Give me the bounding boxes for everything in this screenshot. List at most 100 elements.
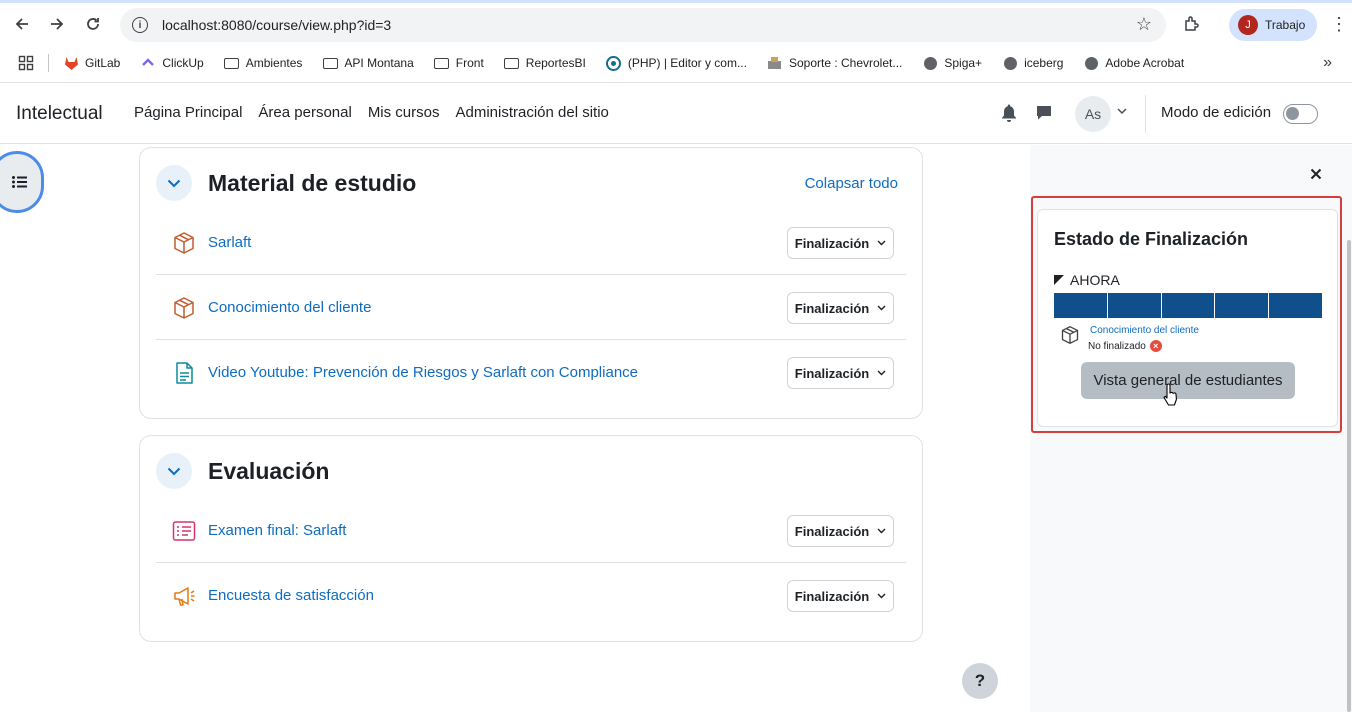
browser-menu-icon[interactable]: ⋮ bbox=[1330, 14, 1348, 35]
bookmark-label: API Montana bbox=[344, 56, 414, 70]
course-section-evaluacion: Evaluación Examen final: Sarlaft Finaliz… bbox=[139, 435, 923, 642]
gitlab-icon bbox=[63, 56, 79, 70]
bookmark-label: (PHP) | Editor y com... bbox=[627, 56, 747, 70]
section-collapse-chevron-icon[interactable] bbox=[156, 453, 192, 489]
forward-icon[interactable] bbox=[44, 11, 70, 37]
completion-dropdown-button[interactable]: Finalización bbox=[787, 580, 894, 612]
bookmark-label: ReportesBI bbox=[525, 56, 586, 70]
toggle-knob bbox=[1286, 107, 1299, 120]
completion-dropdown-button[interactable]: Finalización bbox=[787, 515, 894, 547]
page-icon bbox=[176, 362, 193, 384]
primary-navigation: Página Principal Área personal Mis curso… bbox=[134, 104, 625, 121]
completion-dropdown-button[interactable]: Finalización bbox=[787, 292, 894, 324]
notifications-bell-icon[interactable] bbox=[1000, 103, 1018, 123]
section-collapse-chevron-icon[interactable] bbox=[156, 165, 192, 201]
quiz-icon bbox=[172, 521, 196, 541]
profile-name: Trabajo bbox=[1265, 18, 1306, 32]
section-header: Evaluación bbox=[140, 436, 922, 498]
address-bar[interactable]: i localhost:8080/course/view.php?id=3 ☆ bbox=[120, 8, 1166, 42]
tab-strip-edge bbox=[0, 0, 1352, 3]
chevron-down-icon bbox=[877, 368, 886, 379]
folder-icon bbox=[504, 56, 520, 70]
activity-item: Encuesta de satisfacción Finalización bbox=[156, 563, 906, 628]
bookmark-spiga[interactable]: Spiga+ bbox=[922, 56, 982, 70]
bookmark-iceberg[interactable]: iceberg bbox=[1002, 56, 1063, 70]
bookmark-front[interactable]: Front bbox=[434, 56, 484, 70]
completion-label: Finalización bbox=[794, 235, 870, 251]
course-index-toggle[interactable] bbox=[0, 151, 44, 213]
section-title: Material de estudio bbox=[208, 170, 417, 196]
navbar-divider bbox=[1145, 95, 1146, 133]
user-menu-chevron-icon[interactable] bbox=[1117, 106, 1127, 118]
bookmark-label: Adobe Acrobat bbox=[1105, 56, 1185, 70]
bookmark-label: Spiga+ bbox=[944, 56, 983, 70]
course-section-material: Material de estudio Colapsar todo Sarlaf… bbox=[139, 147, 923, 419]
globe-icon bbox=[922, 56, 938, 70]
folder-icon bbox=[224, 56, 240, 70]
reload-icon[interactable] bbox=[80, 11, 106, 37]
drawer-scrollbar[interactable] bbox=[1347, 240, 1351, 712]
bookmark-php-editor[interactable]: (PHP) | Editor y com... bbox=[606, 55, 747, 71]
messages-chat-icon[interactable] bbox=[1035, 104, 1053, 122]
bookmark-gitlab[interactable]: GitLab bbox=[63, 56, 120, 70]
bookmark-label: ClickUp bbox=[162, 56, 204, 70]
chevron-down-icon bbox=[877, 238, 886, 249]
apps-icon[interactable] bbox=[18, 55, 34, 71]
nav-link-site-admin[interactable]: Administración del sitio bbox=[456, 104, 609, 121]
feedback-megaphone-icon bbox=[174, 587, 195, 606]
bookmark-soporte[interactable]: Soporte : Chevrolet... bbox=[767, 56, 902, 70]
user-avatar[interactable]: As bbox=[1075, 96, 1111, 132]
completion-label: Finalización bbox=[794, 588, 870, 604]
activity-link[interactable]: Examen final: Sarlaft bbox=[208, 522, 346, 539]
site-navbar: Intelectual Página Principal Área person… bbox=[0, 83, 1352, 144]
browser-toolbar: i localhost:8080/course/view.php?id=3 ☆ … bbox=[0, 0, 1352, 50]
bookmark-api-montana[interactable]: API Montana bbox=[322, 56, 414, 70]
bookmark-adobe-acrobat[interactable]: Adobe Acrobat bbox=[1083, 56, 1184, 70]
list-icon bbox=[12, 176, 27, 188]
edit-mode-toggle[interactable] bbox=[1283, 104, 1318, 124]
support-icon bbox=[767, 56, 783, 70]
completion-dropdown-button[interactable]: Finalización bbox=[787, 357, 894, 389]
completion-label: Finalización bbox=[794, 300, 870, 316]
activity-item: Video Youtube: Prevención de Riesgos y S… bbox=[156, 340, 906, 405]
bookmark-clickup[interactable]: ClickUp bbox=[140, 56, 204, 70]
activity-item: Sarlaft Finalización bbox=[156, 210, 906, 275]
activity-link[interactable]: Video Youtube: Prevención de Riesgos y S… bbox=[208, 364, 638, 381]
nav-link-my-courses[interactable]: Mis cursos bbox=[368, 104, 440, 121]
activity-link[interactable]: Conocimiento del cliente bbox=[208, 299, 371, 316]
bookmark-label: iceberg bbox=[1024, 56, 1064, 70]
bookmark-label: GitLab bbox=[85, 56, 121, 70]
highlight-frame bbox=[1031, 196, 1342, 433]
globe-icon bbox=[1083, 56, 1099, 70]
hand-cursor-icon bbox=[1163, 383, 1177, 406]
help-button[interactable]: ? bbox=[962, 663, 998, 699]
profile-button[interactable]: J Trabajo bbox=[1229, 9, 1317, 41]
nav-link-dashboard[interactable]: Área personal bbox=[258, 104, 351, 121]
profile-avatar: J bbox=[1238, 15, 1258, 35]
close-drawer-icon[interactable] bbox=[1310, 164, 1322, 185]
bookmark-ambientes[interactable]: Ambientes bbox=[224, 56, 303, 70]
section-title: Evaluación bbox=[208, 458, 330, 484]
activity-link[interactable]: Encuesta de satisfacción bbox=[208, 587, 374, 604]
bookmarks-bar: GitLab ClickUp Ambientes API Montana Fro… bbox=[0, 50, 1352, 76]
collapse-all-link[interactable]: Colapsar todo bbox=[805, 175, 898, 192]
extensions-icon[interactable] bbox=[1180, 12, 1204, 36]
site-info-icon[interactable]: i bbox=[132, 17, 148, 33]
nav-link-home[interactable]: Página Principal bbox=[134, 104, 242, 121]
activity-item: Conocimiento del cliente Finalización bbox=[156, 275, 906, 340]
chevron-down-icon bbox=[877, 591, 886, 602]
package-icon bbox=[174, 232, 194, 254]
bookmark-reportesbi[interactable]: ReportesBI bbox=[504, 56, 586, 70]
package-icon bbox=[174, 297, 194, 319]
site-brand[interactable]: Intelectual bbox=[16, 103, 103, 125]
completion-dropdown-button[interactable]: Finalización bbox=[787, 227, 894, 259]
bookmark-label: Ambientes bbox=[245, 56, 303, 70]
more-bookmarks-icon[interactable]: » bbox=[1323, 54, 1332, 72]
bookmark-label: Soporte : Chevrolet... bbox=[788, 56, 903, 70]
bookmark-star-icon[interactable]: ☆ bbox=[1136, 14, 1152, 35]
back-icon[interactable] bbox=[9, 11, 35, 37]
activity-link[interactable]: Sarlaft bbox=[208, 234, 251, 251]
section-header: Material de estudio Colapsar todo bbox=[140, 148, 922, 210]
chevron-down-icon bbox=[877, 526, 886, 537]
php-icon bbox=[606, 55, 622, 71]
